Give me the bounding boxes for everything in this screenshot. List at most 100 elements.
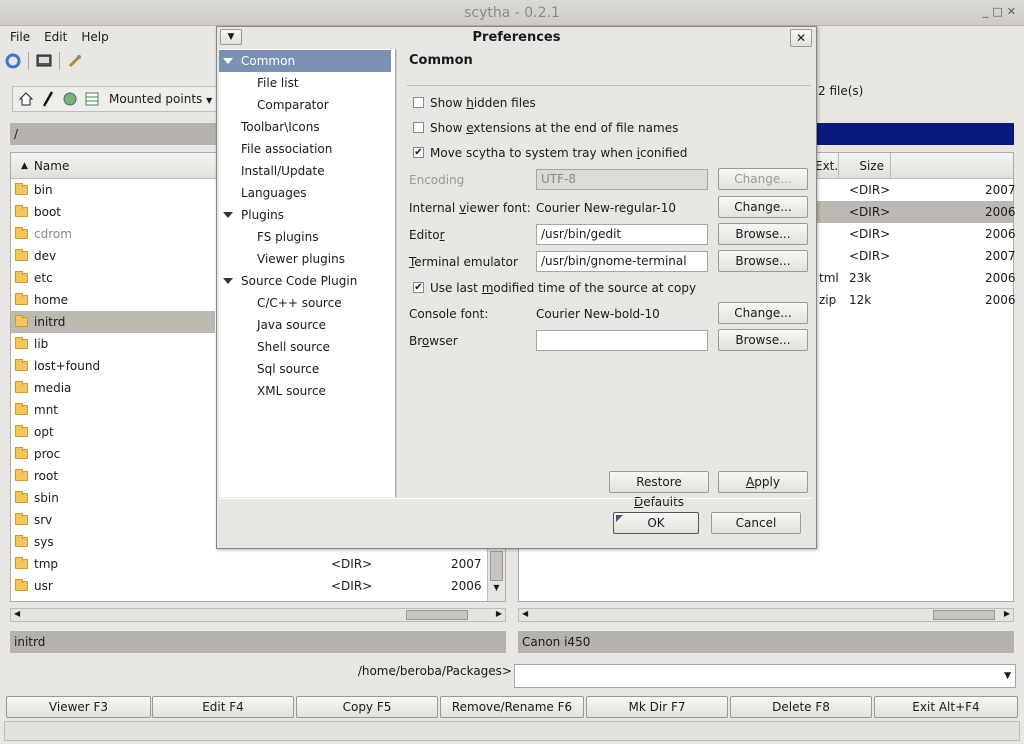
- table-row[interactable]: lib: [11, 333, 215, 355]
- show-extensions-checkbox[interactable]: [413, 122, 424, 133]
- tree-item-common[interactable]: Common: [219, 50, 391, 72]
- ok-button[interactable]: OK: [613, 512, 699, 534]
- table-row[interactable]: dev: [11, 245, 215, 267]
- show-extensions-label: Show extensions at the end of file names: [430, 121, 679, 135]
- left-scrollbar[interactable]: ▼: [487, 549, 505, 601]
- table-row[interactable]: etc: [11, 267, 215, 289]
- tree-item-source-code-plugin[interactable]: Source Code Plugin: [219, 270, 357, 292]
- menu-edit[interactable]: Edit: [38, 26, 73, 48]
- refresh-icon[interactable]: [4, 52, 22, 70]
- terminal-input[interactable]: /usr/bin/gnome-terminal: [536, 251, 708, 272]
- tree-item-file-association[interactable]: File association: [241, 138, 332, 160]
- table-row[interactable]: tmp <DIR> 2007: [11, 553, 482, 575]
- command-input[interactable]: ▼: [514, 664, 1016, 688]
- scrollbar-thumb[interactable]: [406, 610, 468, 620]
- browser-input[interactable]: [536, 330, 708, 351]
- tree-item-viewer-plugins[interactable]: Viewer plugins: [257, 248, 345, 270]
- table-row[interactable]: initrd: [11, 311, 215, 333]
- table-row[interactable]: root: [11, 465, 215, 487]
- file-ext: zip: [819, 293, 837, 307]
- mounted-points-dropdown[interactable]: Mounted points ▼: [105, 92, 216, 106]
- column-ext[interactable]: Ext.: [815, 152, 839, 179]
- console-font-change-button[interactable]: Change...: [718, 302, 808, 324]
- fkey-button-3[interactable]: Viewer F3: [6, 696, 151, 718]
- maximize-icon[interactable]: □: [992, 5, 1002, 18]
- chevron-down-icon[interactable]: ▼: [1004, 665, 1011, 687]
- dialog-close-button[interactable]: ✕: [790, 29, 812, 47]
- viewer-font-change-button[interactable]: Change...: [718, 196, 808, 218]
- table-row[interactable]: srv: [11, 509, 215, 531]
- table-row[interactable]: home: [11, 289, 215, 311]
- close-icon[interactable]: ✕: [1007, 5, 1016, 18]
- scrollbar-thumb[interactable]: [490, 551, 503, 581]
- table-row[interactable]: opt: [11, 421, 215, 443]
- table-row[interactable]: boot: [11, 201, 215, 223]
- tree-item-languages[interactable]: Languages: [241, 182, 306, 204]
- fkey-button-9[interactable]: Exit Alt+F4: [874, 696, 1018, 718]
- expanded-arrow-icon: [223, 212, 233, 218]
- dialog-menu-button[interactable]: ▼: [220, 29, 242, 45]
- tools-icon[interactable]: [66, 52, 84, 70]
- folder-icon: [15, 359, 28, 371]
- menu-help[interactable]: Help: [75, 26, 114, 48]
- table-row[interactable]: bin: [11, 179, 215, 201]
- globe-icon[interactable]: [61, 90, 79, 108]
- last-modified-checkbox[interactable]: ✔: [413, 282, 424, 293]
- browser-browse-button[interactable]: Browse...: [718, 329, 808, 351]
- table-row[interactable]: usr <DIR> 2006: [11, 575, 482, 597]
- minimize-icon[interactable]: _: [983, 5, 989, 18]
- file-size: <DIR>: [849, 227, 891, 241]
- terminal-browse-button[interactable]: Browse...: [718, 250, 808, 272]
- right-horizontal-scrollbar[interactable]: ◀ ▶: [518, 608, 1014, 622]
- tree-item-install-update[interactable]: Install/Update: [241, 160, 325, 182]
- right-path-bar[interactable]: [816, 123, 1014, 145]
- tree-splitter[interactable]: [395, 49, 397, 497]
- show-hidden-files-checkbox[interactable]: [413, 97, 424, 108]
- tree-item-fs-plugins[interactable]: FS plugins: [257, 226, 319, 248]
- tree-item-shell-source[interactable]: Shell source: [257, 336, 330, 358]
- tree-item-sql-source[interactable]: Sql source: [257, 358, 319, 380]
- fkey-button-8[interactable]: Delete F8: [730, 696, 872, 718]
- editor-input[interactable]: /usr/bin/gedit: [536, 224, 708, 245]
- table-row[interactable]: media: [11, 377, 215, 399]
- menu-file[interactable]: File: [4, 26, 36, 48]
- fkey-button-4[interactable]: Edit F4: [152, 696, 294, 718]
- editor-browse-button[interactable]: Browse...: [718, 223, 808, 245]
- table-row[interactable]: sys: [11, 531, 215, 553]
- table-row[interactable]: proc: [11, 443, 215, 465]
- tree-item-file-list[interactable]: File list: [257, 72, 299, 94]
- fkey-button-5[interactable]: Copy F5: [296, 696, 438, 718]
- left-horizontal-scrollbar[interactable]: ◀ ▶: [10, 608, 506, 622]
- tree-item-toolbar-icons[interactable]: Toolbar\Icons: [241, 116, 320, 138]
- scroll-left-icon[interactable]: ◀: [522, 609, 528, 618]
- tree-item-xml-source[interactable]: XML source: [257, 380, 326, 402]
- scroll-right-icon[interactable]: ▶: [496, 609, 502, 618]
- left-column-header[interactable]: ▲ Name: [11, 153, 216, 179]
- left-path-bar[interactable]: /: [10, 123, 216, 145]
- terminal-icon[interactable]: [35, 52, 53, 70]
- tree-item-plugins[interactable]: Plugins: [219, 204, 284, 226]
- tree-item-java-source[interactable]: Java source: [257, 314, 326, 336]
- scroll-right-icon[interactable]: ▶: [1004, 609, 1010, 618]
- tree-item-cpp-source[interactable]: C/C++ source: [257, 292, 342, 314]
- fkey-button-7[interactable]: Mk Dir F7: [586, 696, 728, 718]
- home-icon[interactable]: [17, 90, 35, 108]
- scrollbar-thumb[interactable]: [933, 610, 995, 620]
- file-size: 12k: [849, 293, 872, 307]
- system-tray-checkbox[interactable]: ✔: [413, 147, 424, 158]
- apply-button[interactable]: Apply: [718, 471, 808, 493]
- network-icon[interactable]: [83, 90, 101, 108]
- column-size[interactable]: Size: [839, 152, 891, 179]
- scroll-left-icon[interactable]: ◀: [14, 609, 20, 618]
- file-name: srv: [34, 513, 53, 527]
- restore-defaults-button[interactable]: Restore Defaults: [609, 471, 709, 509]
- table-row[interactable]: cdrom: [11, 223, 215, 245]
- scroll-down-icon[interactable]: ▼: [488, 583, 505, 592]
- table-row[interactable]: lost+found: [11, 355, 215, 377]
- tree-item-comparator[interactable]: Comparator: [257, 94, 329, 116]
- root-icon[interactable]: [39, 90, 57, 108]
- table-row[interactable]: sbin: [11, 487, 215, 509]
- table-row[interactable]: mnt: [11, 399, 215, 421]
- fkey-button-6[interactable]: Remove/Rename F6: [440, 696, 584, 718]
- cancel-button[interactable]: Cancel: [711, 512, 801, 534]
